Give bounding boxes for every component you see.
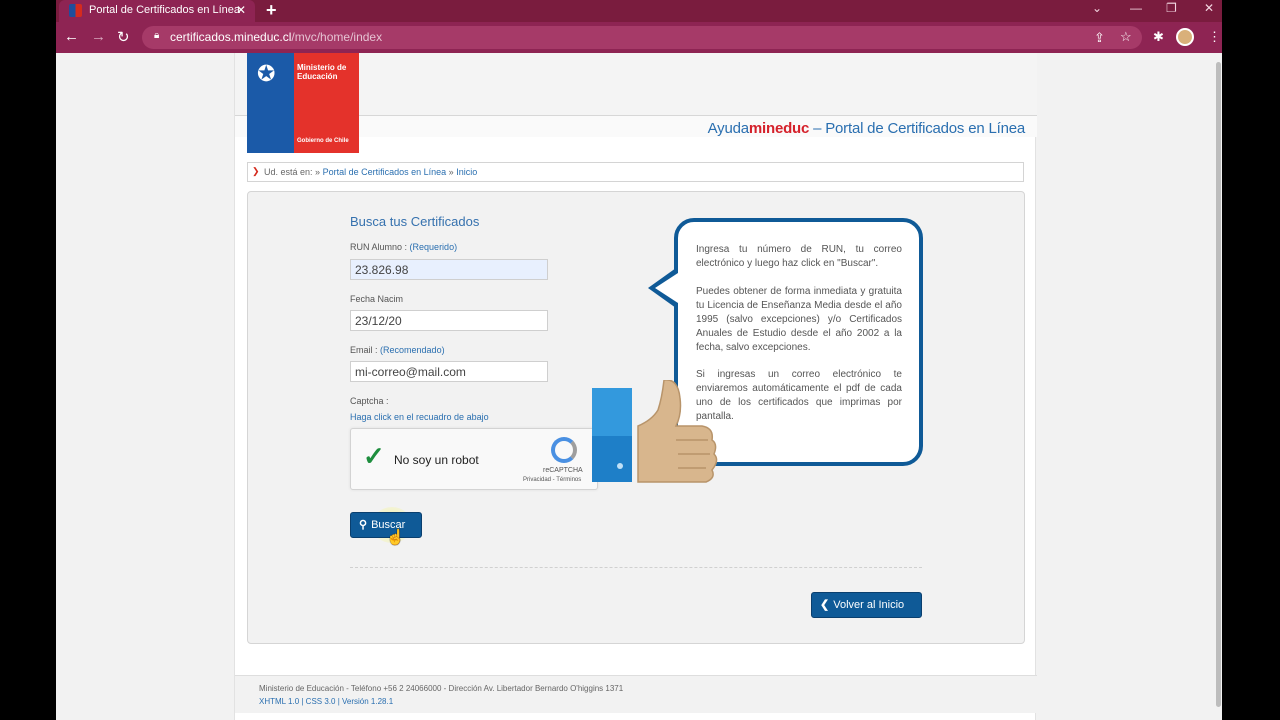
menu-kebab-icon[interactable]: ⋮ xyxy=(1208,29,1221,45)
recaptcha-widget[interactable]: ✓ No soy un robot reCAPTCHA Privacidad -… xyxy=(350,428,598,490)
forward-icon[interactable]: → xyxy=(91,28,106,45)
recaptcha-label: No soy un robot xyxy=(394,453,479,467)
mineduc-logo[interactable]: ✪ Ministerio de Educación Gobierno de Ch… xyxy=(247,53,359,153)
breadcrumb: ❯ Ud. está en: » Portal de Certificados … xyxy=(247,162,1024,182)
logo-ministerio-text: Ministerio de Educación xyxy=(297,63,347,81)
browser-tab[interactable]: Portal de Certificados en Línea ✕ xyxy=(59,0,255,22)
favicon-icon xyxy=(69,4,82,17)
chevron-left-icon: ❮ xyxy=(820,599,830,611)
thumbs-up-icon xyxy=(592,380,718,483)
divider xyxy=(350,567,922,568)
page-scrollbar[interactable] xyxy=(1216,62,1221,707)
captcha-hint: Haga click en el recuadro de abajo xyxy=(350,412,489,422)
breadcrumb-link-portal[interactable]: Portal de Certificados en Línea xyxy=(323,167,447,177)
page-content: ✪ Ministerio de Educación Gobierno de Ch… xyxy=(234,53,1037,720)
fecha-input[interactable]: 23/12/20 xyxy=(350,310,548,331)
recaptcha-logo-icon xyxy=(551,437,577,463)
minimize-button[interactable]: — xyxy=(1130,1,1142,15)
browser-window: Portal de Certificados en Línea ✕ + ⌄ — … xyxy=(56,0,1222,720)
footer-contact: Ministerio de Educación - Teléfono +56 2… xyxy=(259,684,624,693)
footer-versions[interactable]: XHTML 1.0 | CSS 3.0 | Versión 1.28.1 xyxy=(259,697,393,706)
reload-icon[interactable]: ↻ xyxy=(117,28,130,46)
fecha-label: Fecha Nacim xyxy=(350,294,404,304)
hand-cursor-icon: ☝ xyxy=(386,529,405,546)
tab-close-icon[interactable]: ✕ xyxy=(236,3,246,17)
maximize-button[interactable]: ❐ xyxy=(1166,1,1177,15)
form-title: Busca tus Certificados xyxy=(350,214,480,229)
site-footer: Ministerio de Educación - Teléfono +56 2… xyxy=(235,675,1037,713)
recaptcha-terms-link[interactable]: Privacidad - Términos xyxy=(523,477,581,483)
breadcrumb-arrow-icon: ❯ xyxy=(252,166,260,176)
search-icon: ⚲ xyxy=(359,519,368,531)
info-paragraph-1: Ingresa tu número de RUN, tu correo elec… xyxy=(696,244,902,269)
bubble-tail-inner xyxy=(655,273,678,303)
tab-strip: Portal de Certificados en Línea ✕ + ⌄ — … xyxy=(56,0,1222,22)
run-label: RUN Alumno : (Requerido) xyxy=(350,242,458,252)
chile-emblem-icon: ✪ xyxy=(257,61,276,86)
lock-icon: 🔒︎ xyxy=(154,30,160,41)
email-input[interactable]: mi-correo@mail.com xyxy=(350,361,548,382)
tab-title: Portal de Certificados en Línea xyxy=(89,4,241,16)
browser-toolbar: ← → ↻ 🔒︎ certificados.mineduc.cl/mvc/hom… xyxy=(56,22,1222,53)
address-bar[interactable]: 🔒︎ certificados.mineduc.cl/mvc/home/inde… xyxy=(142,26,1142,49)
breadcrumb-link-inicio[interactable]: Inicio xyxy=(456,167,477,177)
volver-button[interactable]: ❮ Volver al Inicio xyxy=(811,592,922,618)
new-tab-button[interactable]: + xyxy=(266,0,277,21)
tab-search-icon[interactable]: ⌄ xyxy=(1092,1,1102,15)
checkmark-icon[interactable]: ✓ xyxy=(363,441,385,472)
email-label: Email : (Recomendado) xyxy=(350,345,445,355)
url-text[interactable]: certificados.mineduc.cl/mvc/home/index xyxy=(170,30,382,44)
logo-gobierno-text: Gobierno de Chile xyxy=(297,138,349,144)
back-icon[interactable]: ← xyxy=(64,28,79,45)
profile-avatar[interactable] xyxy=(1176,28,1194,46)
site-header: ✪ Ministerio de Educación Gobierno de Ch… xyxy=(235,53,1037,153)
close-window-button[interactable]: ✕ xyxy=(1204,1,1214,15)
site-brand-title: Ayudamineduc – Portal de Certificados en… xyxy=(707,120,1026,137)
share-icon[interactable]: ⇪ xyxy=(1094,30,1105,46)
info-paragraph-2: Puedes obtener de forma inmediata y grat… xyxy=(696,286,902,353)
extensions-icon[interactable]: ✱ xyxy=(1153,29,1164,45)
search-panel: Busca tus Certificados RUN Alumno : (Req… xyxy=(247,191,1025,644)
bookmark-star-icon[interactable]: ☆ xyxy=(1120,29,1132,45)
recaptcha-brand: reCAPTCHA xyxy=(543,467,583,474)
run-input[interactable]: 23.826.98 xyxy=(350,259,548,280)
captcha-label: Captcha : xyxy=(350,396,389,406)
